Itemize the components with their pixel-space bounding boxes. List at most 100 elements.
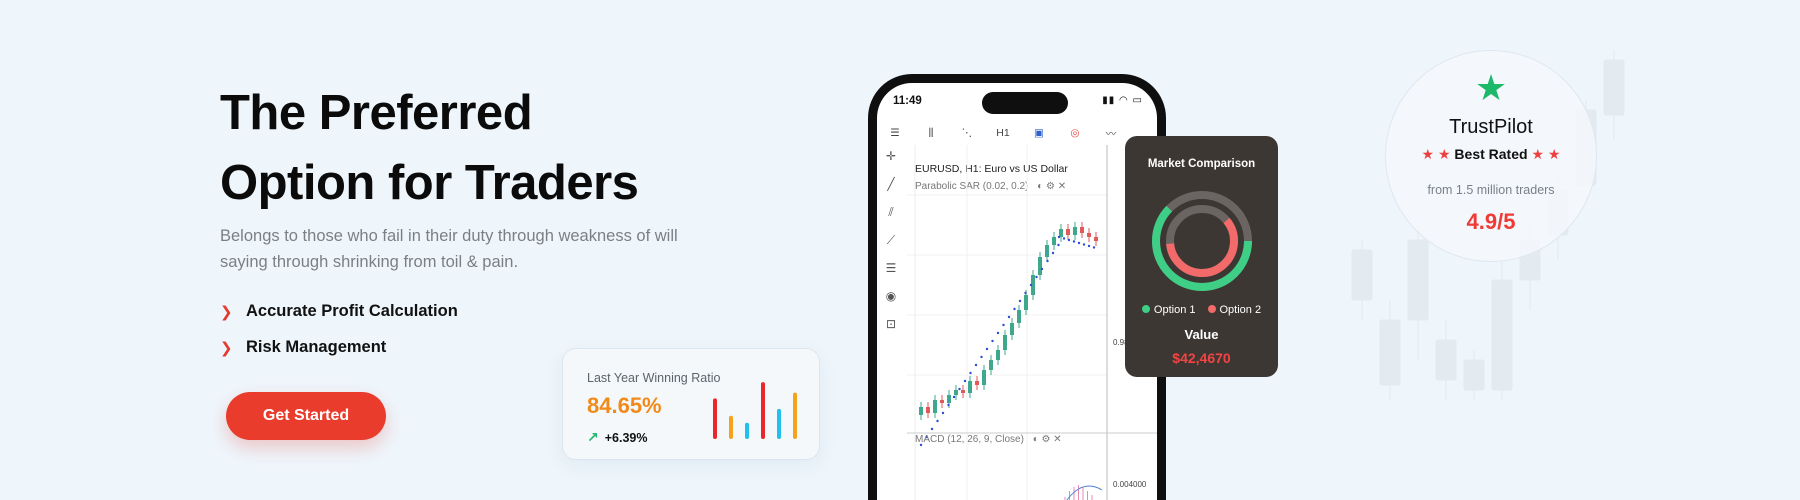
legend-option1: Option 1 [1141, 304, 1196, 316]
sar-dot [1062, 237, 1066, 240]
feature-label: Accurate Profit Calculation [246, 302, 458, 320]
ratio-bar [713, 398, 717, 439]
chevron-right-icon: ❯ [220, 303, 233, 321]
sar-dot [963, 379, 967, 383]
candle-body [1003, 335, 1007, 350]
candle-body [926, 407, 930, 413]
sar-dot [1092, 246, 1096, 249]
chart-toolbar: ☰ ⫼ ⋱ H1 ▣ ◎ 〰 [877, 121, 1157, 145]
trustpilot-badge: ★ TrustPilot ★ ★ Best Rated ★ ★ from 1.5… [1385, 50, 1597, 262]
sar-dot [1013, 307, 1016, 311]
sar-dot [1067, 238, 1071, 242]
sar-dot [969, 371, 972, 375]
candles-icon[interactable]: ⫼ [913, 127, 949, 140]
value-amount: $42,4670 [1172, 350, 1231, 366]
ratio-bar-chart [713, 382, 797, 439]
sar-dot [1051, 251, 1055, 255]
sar-dot [1040, 267, 1044, 271]
option1-label: Option 1 [1153, 304, 1196, 316]
channel-icon[interactable]: ⫽ [879, 205, 903, 233]
candle-body [933, 400, 937, 413]
winning-ratio-card: Last Year Winning Ratio 84.65% ↗ +6.39% [562, 348, 820, 460]
sar-dot [1057, 243, 1060, 247]
ratio-change: ↗ +6.39% [587, 429, 647, 446]
sar-dot [1087, 244, 1091, 248]
option2-dot-icon [1207, 305, 1216, 313]
chevron-right-icon: ❯ [220, 339, 233, 357]
comparison-legend: Option 1 Option 2 [1125, 304, 1278, 316]
lock-icon[interactable]: ⊡ [879, 317, 903, 345]
sar-dot [958, 387, 961, 391]
sar-dot [1082, 243, 1086, 246]
hero-description: Belongs to those who fail in their duty … [220, 227, 678, 271]
option1-dot-icon [1141, 305, 1150, 313]
candle-body [954, 390, 958, 395]
sar-dot [930, 427, 934, 431]
feature-item-profit: ❯ Accurate Profit Calculation [220, 302, 458, 321]
candle-body [1059, 229, 1063, 237]
sar-dot [1046, 259, 1049, 263]
trustpilot-star-icon: ★ [1474, 67, 1508, 108]
sar-dot [947, 403, 950, 407]
ratio-bar [793, 392, 797, 439]
trendline-icon[interactable]: ╱ [879, 177, 903, 205]
candle-body [1052, 237, 1056, 245]
ratio-change-value: +6.39% [604, 430, 648, 445]
macd-controls-icon[interactable]: ◐ ⚙ ✕ [1033, 434, 1062, 445]
sar-dot [985, 347, 989, 351]
candle-body [996, 350, 1000, 360]
candle-body [961, 390, 965, 393]
sar-dot [1072, 240, 1076, 243]
legend-option2: Option 2 [1207, 304, 1262, 316]
ratio-bar [745, 422, 749, 439]
ratio-percent: 84.65% [587, 393, 662, 418]
candle-body [1087, 233, 1091, 237]
crosshair-icon[interactable]: ✛ [879, 149, 903, 177]
macd-price-label: 0.004000 [1113, 480, 1147, 489]
menu-icon[interactable]: ☰ [877, 127, 913, 139]
macd-name: MACD (12, 26, 9, Close) [915, 434, 1024, 445]
fib-icon[interactable]: ☰ [879, 261, 903, 289]
sar-dot [941, 411, 945, 415]
hero-title-line1: The Preferred [220, 86, 533, 140]
candle-body [975, 381, 979, 385]
candle-body [989, 360, 993, 370]
trustpilot-rated: ★ ★ Best Rated ★ ★ [1386, 146, 1596, 163]
candle-body [919, 407, 923, 415]
objects-icon[interactable]: ◎ [1057, 127, 1093, 139]
sar-dot [1035, 275, 1038, 279]
sar-dot [996, 331, 1000, 335]
phone-notch [982, 92, 1068, 114]
star-icon: ★ ★ [1421, 146, 1451, 162]
sar-dot [1057, 235, 1061, 239]
market-comparison-card: Market Comparison Option 1 Option 2 Valu… [1125, 136, 1278, 377]
feature-label: Risk Management [246, 338, 387, 356]
sar-dot [952, 395, 956, 399]
flag-icon[interactable]: ▣ [1021, 127, 1057, 139]
candle-body [1010, 323, 1014, 335]
candlestick-chart: 0.98000 0.004000 [907, 145, 1157, 500]
get-started-button[interactable]: Get Started [226, 392, 386, 440]
ratio-bar [761, 382, 765, 439]
ray-icon[interactable]: ⟋ [879, 233, 903, 261]
timeframe-button[interactable]: H1 [985, 127, 1021, 139]
ratio-label: Last Year Winning Ratio [587, 371, 721, 385]
candle-body [1024, 295, 1028, 310]
candle-body [1066, 229, 1070, 235]
sar-dot [1007, 315, 1011, 319]
candle-body [968, 381, 972, 393]
candle-body [1080, 227, 1084, 233]
sar-dot [1018, 299, 1022, 303]
hero-title: The Preferred Option for Traders [220, 78, 740, 218]
candle-body [1045, 245, 1049, 257]
candle-body [1038, 257, 1042, 275]
eye-icon[interactable]: ◉ [879, 289, 903, 317]
candle-body [1017, 310, 1021, 323]
sar-dot [980, 355, 983, 359]
trend-up-icon: ↗ [587, 429, 599, 445]
value-label: Value [1184, 327, 1219, 342]
candle-body [947, 395, 951, 403]
drawing-icon[interactable]: 〰 [1093, 126, 1129, 141]
indicators-icon[interactable]: ⋱ [949, 127, 985, 139]
option2-label: Option 2 [1219, 304, 1262, 316]
